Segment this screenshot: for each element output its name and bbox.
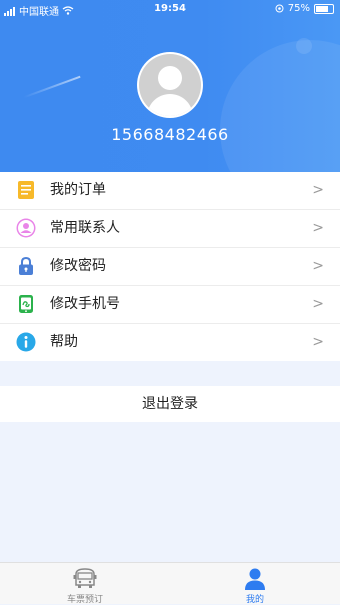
phone-icon bbox=[19, 295, 33, 313]
menu-item-my-orders[interactable]: 我的订单 > bbox=[0, 172, 340, 210]
lock-icon bbox=[19, 256, 33, 275]
header-decoration bbox=[220, 40, 340, 172]
header-decoration-dot bbox=[296, 38, 312, 54]
tab-mine[interactable]: 我的 bbox=[170, 563, 340, 605]
chevron-right-icon: > bbox=[312, 334, 324, 350]
menu-item-label: 帮助 bbox=[50, 334, 78, 350]
avatar-placeholder-icon bbox=[139, 54, 201, 116]
chevron-right-icon: > bbox=[312, 258, 324, 274]
menu-item-label: 我的订单 bbox=[50, 182, 106, 198]
profile-header: 中国联通 19:54 75% 15668482466 bbox=[0, 0, 340, 172]
menu-item-help[interactable]: 帮助 > bbox=[0, 324, 340, 361]
tab-label: 我的 bbox=[245, 595, 264, 605]
battery-icon bbox=[314, 3, 334, 14]
bus-icon bbox=[73, 568, 97, 588]
menu-item-change-password[interactable]: 修改密码 > bbox=[0, 248, 340, 286]
menu-item-label: 修改密码 bbox=[50, 258, 106, 274]
user-phone-number: 15668482466 bbox=[111, 125, 229, 144]
order-icon bbox=[18, 181, 34, 199]
battery-percent: 75% bbox=[287, 3, 310, 14]
person-icon bbox=[245, 568, 265, 590]
contact-icon bbox=[16, 218, 36, 238]
status-bar: 中国联通 19:54 75% bbox=[0, 0, 340, 18]
tab-label: 车票预订 bbox=[66, 595, 103, 605]
chevron-right-icon: > bbox=[312, 182, 324, 198]
menu-item-change-phone[interactable]: 修改手机号 > bbox=[0, 286, 340, 324]
header-streak bbox=[23, 75, 81, 99]
logout-button[interactable]: 退出登录 bbox=[0, 386, 340, 422]
avatar[interactable] bbox=[137, 52, 203, 118]
info-icon bbox=[16, 332, 36, 352]
menu-item-label: 修改手机号 bbox=[50, 296, 120, 312]
menu-item-label: 常用联系人 bbox=[50, 220, 120, 236]
menu-item-contacts[interactable]: 常用联系人 > bbox=[0, 210, 340, 248]
menu-list: 我的订单 > 常用联系人 > 修改密码 > 修改手机号 > 帮助 > bbox=[0, 172, 340, 361]
location-icon bbox=[275, 4, 284, 13]
tab-ticket-booking[interactable]: 车票预订 bbox=[0, 563, 170, 605]
tab-bar: 车票预订 我的 bbox=[0, 562, 340, 605]
chevron-right-icon: > bbox=[312, 220, 324, 236]
chevron-right-icon: > bbox=[312, 296, 324, 312]
